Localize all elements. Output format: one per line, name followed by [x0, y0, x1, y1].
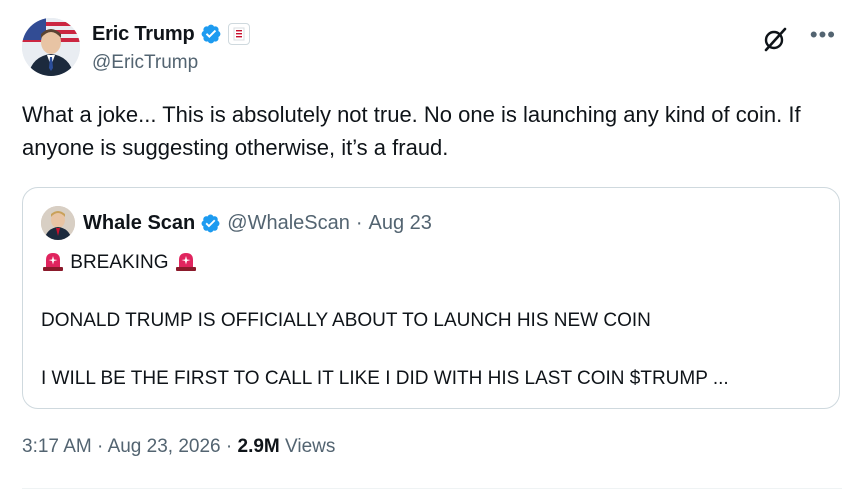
tweet-meta: 3:17 AM · Aug 23, 2026 · 2.9M Views — [22, 436, 335, 458]
quoted-line-breaking: BREAKING — [41, 250, 198, 274]
separator-dot: · — [355, 211, 363, 234]
police-light-emoji-icon — [41, 250, 65, 272]
quoted-tweet-date[interactable]: Aug 23 — [369, 212, 432, 235]
tweet-time[interactable]: 3:17 AM — [22, 436, 92, 457]
quoted-line-announcement: DONALD TRUMP IS OFFICIALLY ABOUT TO LAUN… — [41, 310, 651, 331]
quoted-breaking-text: BREAKING — [70, 252, 169, 273]
separator-dot: · — [97, 436, 104, 457]
more-options-icon[interactable]: ••• — [810, 22, 836, 48]
views-count: 2.9M — [237, 436, 280, 457]
quoted-author-avatar[interactable] — [41, 206, 75, 240]
police-light-emoji-icon — [174, 250, 198, 272]
grok-icon[interactable] — [762, 26, 788, 52]
quoted-tweet-card[interactable]: Whale Scan @WhaleScan · Aug 23 BREAKING — [22, 187, 840, 409]
divider — [22, 488, 842, 489]
author-names: Eric Trump @EricTrump — [92, 20, 251, 74]
quoted-author-display-name[interactable]: Whale Scan — [83, 212, 195, 235]
author-handle[interactable]: @EricTrump — [92, 52, 250, 74]
verified-badge-icon[interactable] — [200, 23, 222, 45]
quoted-tweet-header: Whale Scan @WhaleScan · Aug 23 — [41, 206, 432, 240]
tweet-header: Eric Trump @EricTrump ••• — [22, 18, 842, 78]
quoted-line-claim: I WILL BE THE FIRST TO CALL IT LIKE I DI… — [41, 368, 729, 389]
government-affiliation-icon[interactable] — [228, 23, 251, 45]
tweet-text: What a joke... This is absolutely not tr… — [22, 102, 801, 160]
author-display-name[interactable]: Eric Trump — [92, 23, 195, 46]
quoted-author-handle[interactable]: @WhaleScan — [227, 212, 350, 235]
views-label: Views — [285, 436, 336, 457]
separator-dot: · — [225, 436, 233, 457]
author-avatar[interactable] — [22, 18, 80, 76]
verified-badge-icon[interactable] — [200, 213, 221, 234]
tweet-date[interactable]: Aug 23, 2026 — [108, 436, 221, 457]
